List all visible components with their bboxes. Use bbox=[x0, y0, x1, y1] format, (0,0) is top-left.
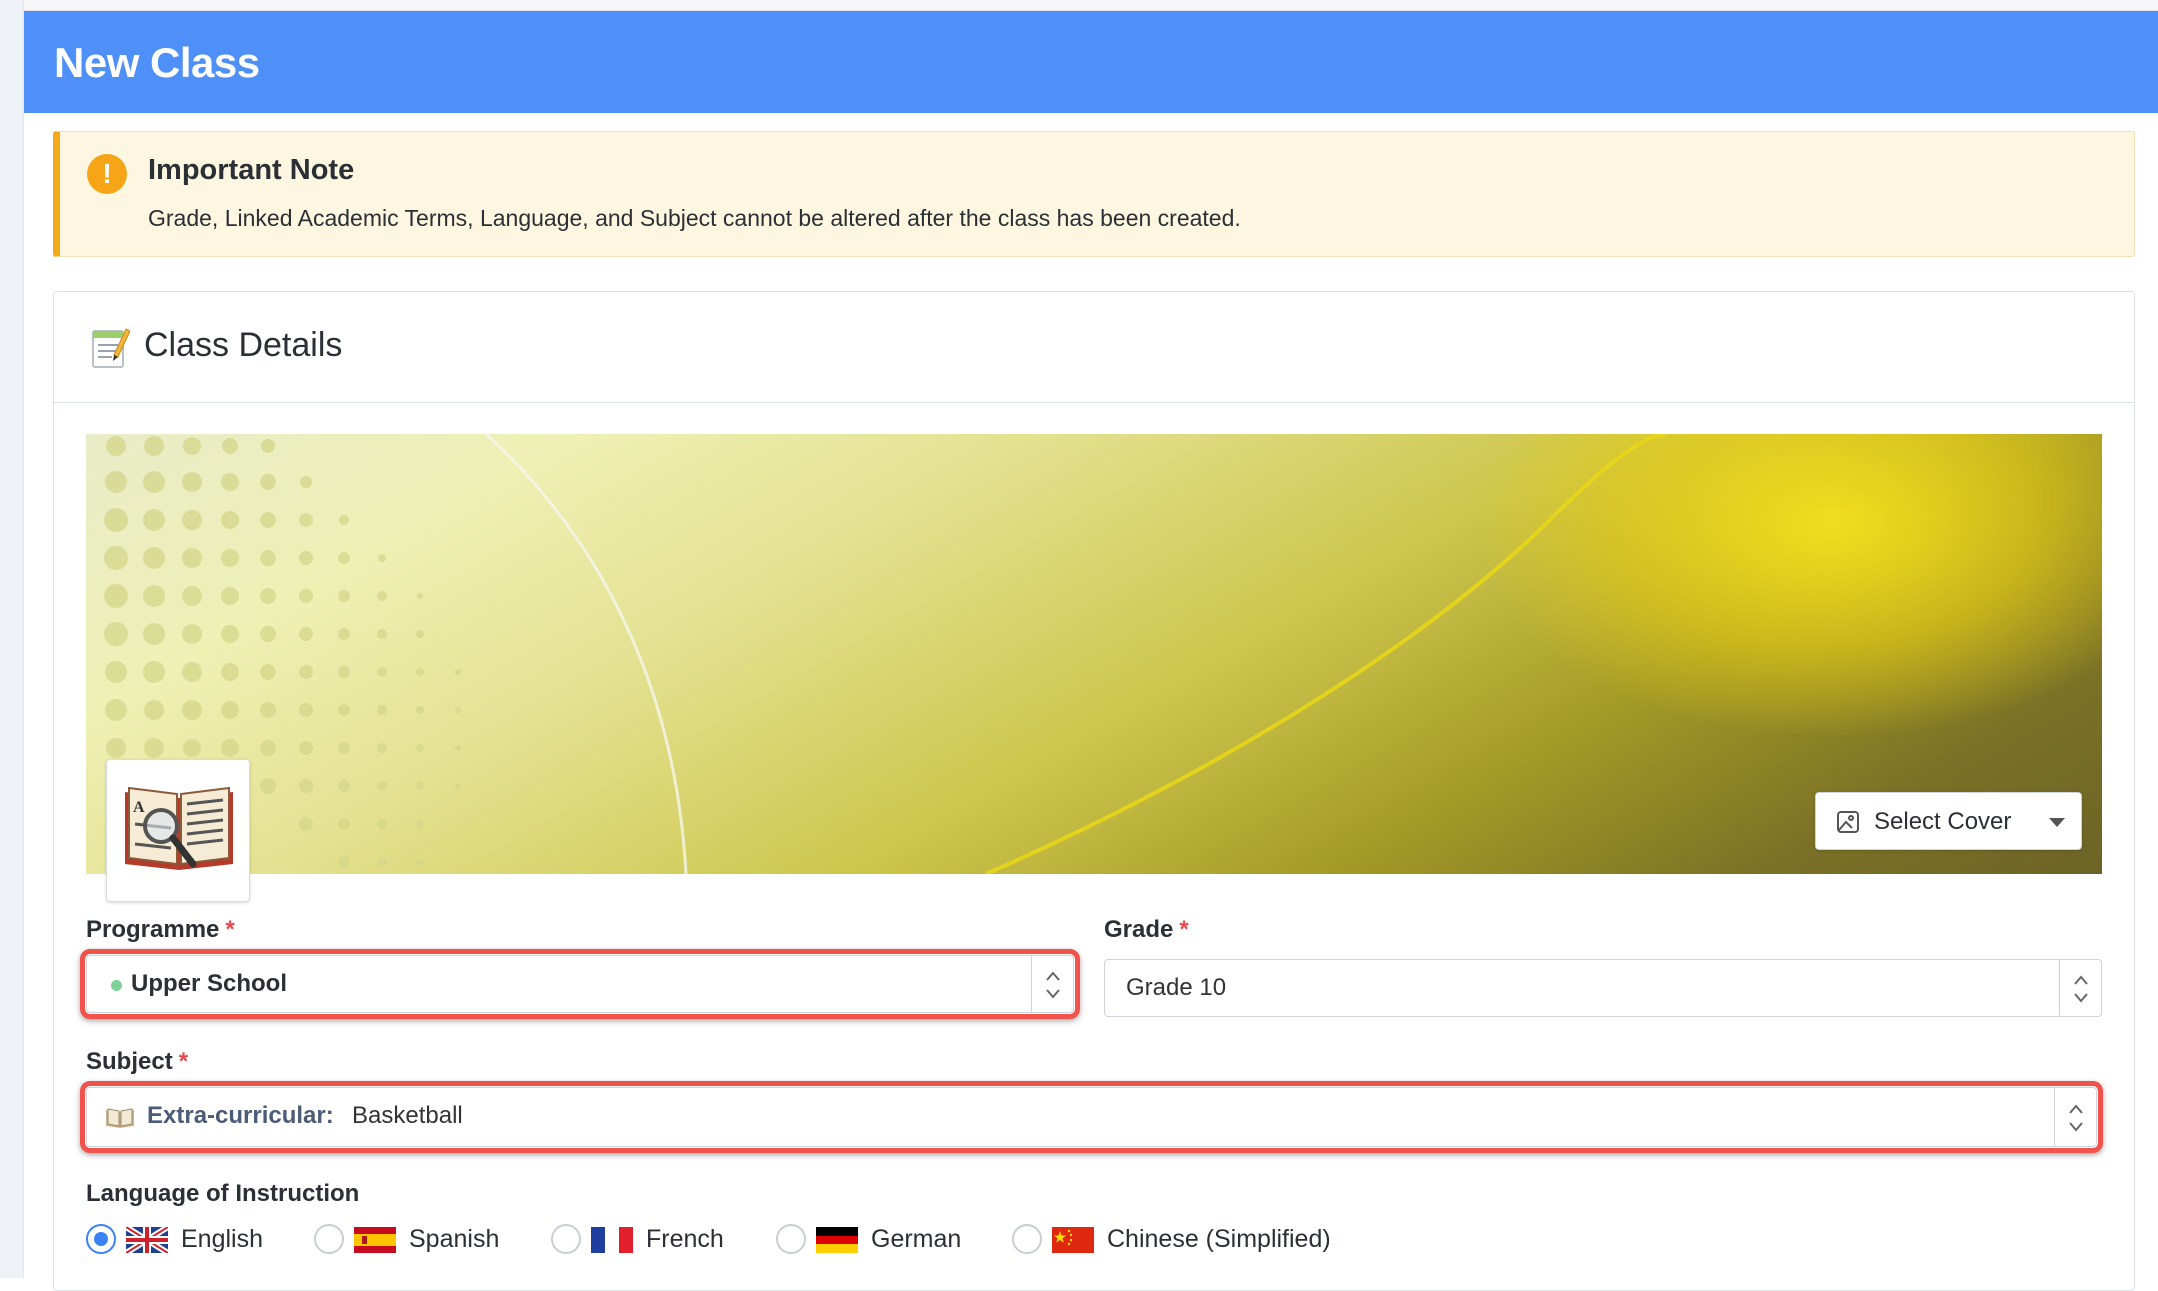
radio-button-selected[interactable] bbox=[86, 1224, 116, 1254]
warning-icon: ! bbox=[87, 154, 127, 194]
grade-spinner[interactable] bbox=[2059, 960, 2101, 1016]
page-title: New Class bbox=[54, 39, 260, 86]
chevron-updown-icon bbox=[2074, 975, 2088, 1003]
radio-label-french: French bbox=[646, 1225, 724, 1253]
select-cover-label: Select Cover bbox=[1874, 808, 2012, 835]
subject-book-icon: A bbox=[106, 759, 250, 902]
radio-label-chinese: Chinese (Simplified) bbox=[1107, 1225, 1331, 1253]
uk-flag-icon bbox=[126, 1227, 168, 1253]
grade-label: Grade * bbox=[1104, 916, 1189, 943]
class-details-card: Class Details A Select Cover Programme *… bbox=[53, 291, 2135, 1291]
card-title: Class Details bbox=[144, 326, 343, 364]
radio-label-english: English bbox=[181, 1225, 263, 1253]
radio-button[interactable] bbox=[776, 1224, 806, 1254]
chevron-updown-icon bbox=[1046, 971, 1060, 999]
programme-label: Programme * bbox=[86, 916, 235, 943]
radio-label-spanish: Spanish bbox=[409, 1225, 500, 1253]
top-bar bbox=[24, 0, 2158, 11]
programme-spinner[interactable] bbox=[1031, 956, 1073, 1012]
status-dot-icon bbox=[111, 980, 122, 991]
subject-spinner[interactable] bbox=[2054, 1088, 2096, 1146]
side-strip bbox=[0, 0, 24, 1278]
programme-select[interactable]: Upper School bbox=[86, 955, 1074, 1013]
svg-text:A: A bbox=[133, 799, 145, 816]
france-flag-icon bbox=[591, 1227, 633, 1253]
important-note-banner: ! Important Note Grade, Linked Academic … bbox=[53, 131, 2135, 257]
subject-select[interactable]: Extra-curricular: Basketball bbox=[86, 1087, 2097, 1147]
radio-button[interactable] bbox=[1012, 1224, 1042, 1254]
note-text: Grade, Linked Academic Terms, Language, … bbox=[148, 205, 1241, 231]
grade-value: Grade 10 bbox=[1126, 974, 1227, 1001]
spain-flag-icon bbox=[354, 1227, 396, 1253]
memo-icon bbox=[92, 328, 130, 368]
book-icon bbox=[106, 1108, 134, 1128]
china-flag-icon bbox=[1052, 1227, 1094, 1253]
grade-select[interactable]: Grade 10 bbox=[1104, 959, 2102, 1017]
radio-label-german: German bbox=[871, 1225, 962, 1253]
select-cover-button[interactable]: Select Cover bbox=[1815, 792, 2082, 850]
card-header: Class Details bbox=[54, 292, 2134, 403]
caret-down-icon bbox=[2049, 818, 2065, 827]
cover-decoration bbox=[104, 434, 1667, 874]
language-label: Language of Instruction bbox=[86, 1180, 360, 1207]
programme-value: Upper School bbox=[131, 970, 288, 997]
chevron-updown-icon bbox=[2069, 1104, 2083, 1132]
radio-button[interactable] bbox=[551, 1224, 581, 1254]
cover-image bbox=[86, 434, 2102, 874]
subject-category: Extra-curricular: bbox=[147, 1102, 334, 1129]
image-icon bbox=[1837, 811, 1859, 833]
radio-button[interactable] bbox=[314, 1224, 344, 1254]
germany-flag-icon bbox=[816, 1227, 858, 1253]
subject-value: Basketball bbox=[352, 1102, 463, 1129]
page-header: New Class bbox=[24, 11, 2158, 113]
subject-label: Subject * bbox=[86, 1048, 189, 1075]
note-title: Important Note bbox=[148, 154, 355, 186]
